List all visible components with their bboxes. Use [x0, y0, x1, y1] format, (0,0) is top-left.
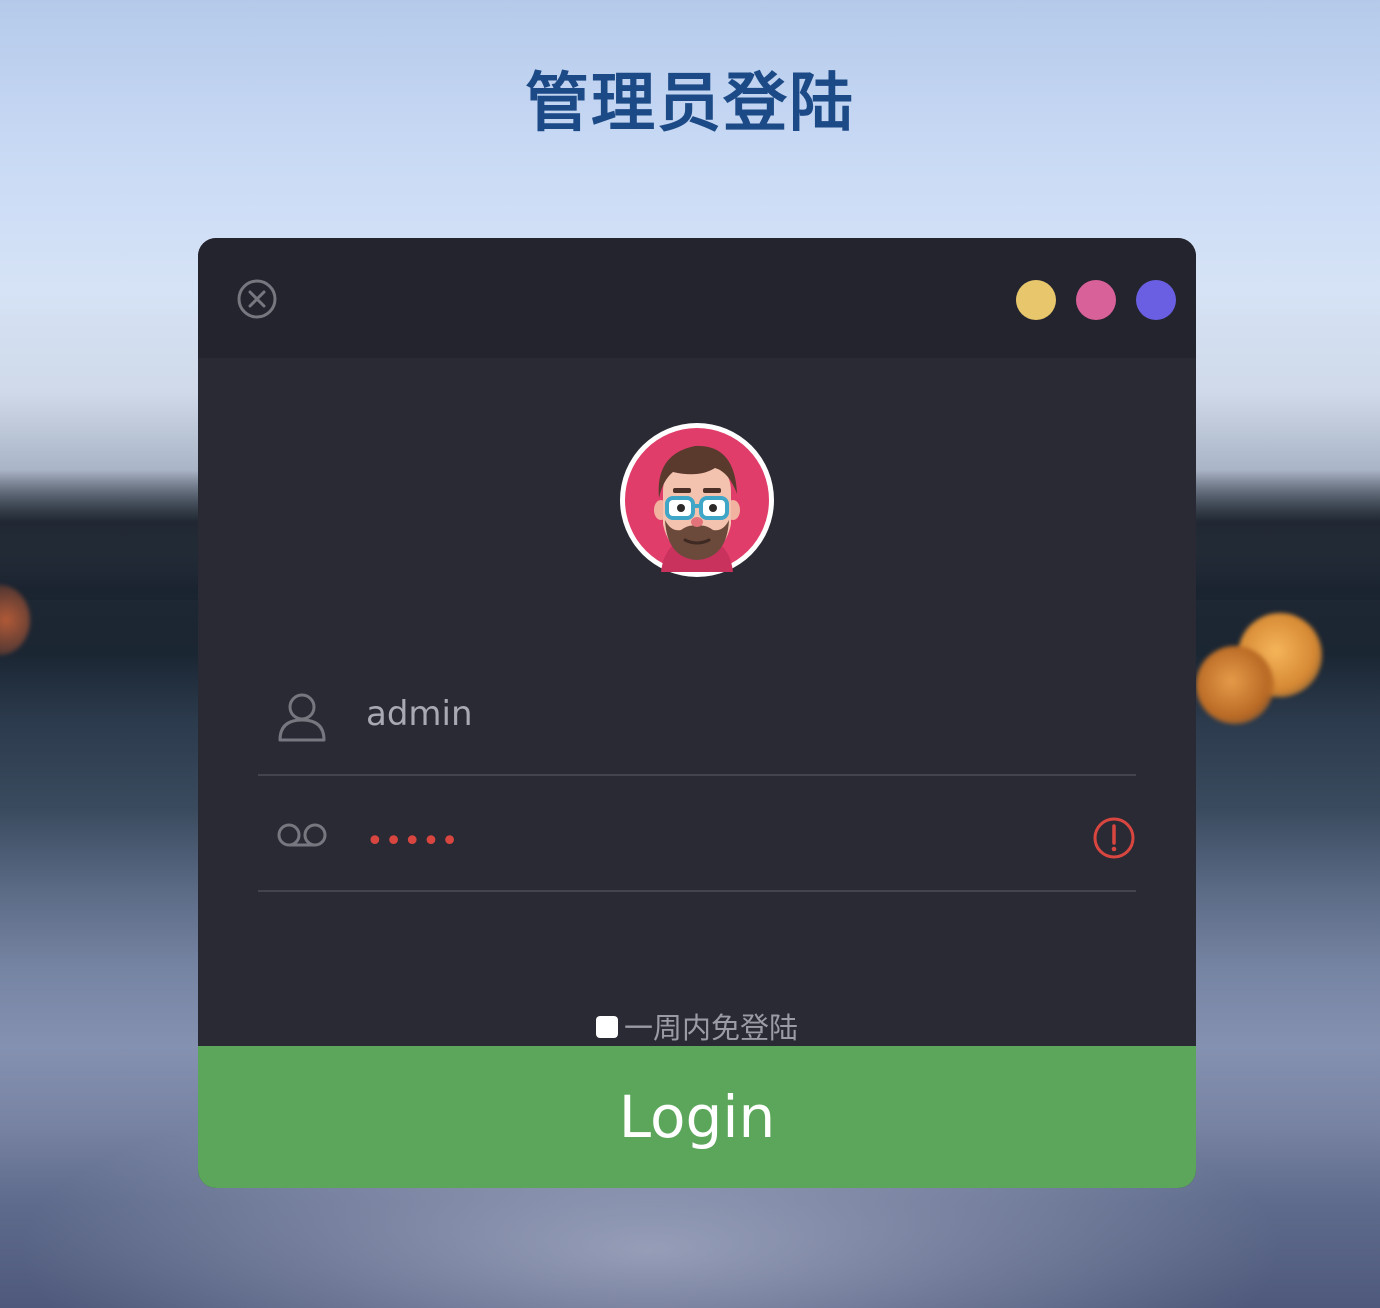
bearded-man-avatar-icon — [625, 428, 769, 572]
close-icon[interactable] — [236, 278, 278, 320]
remember-checkbox[interactable] — [595, 1016, 618, 1038]
voicemail-key-icon — [276, 820, 328, 850]
login-button[interactable]: Login — [198, 1046, 1196, 1188]
remember-me[interactable]: 一周内免登陆 — [198, 1008, 1196, 1048]
remember-label[interactable]: 一周内免登陆 — [624, 1011, 798, 1045]
window-dot-yellow[interactable] — [1016, 280, 1056, 320]
page-title: 管理员登陆 — [525, 67, 855, 141]
card-header — [198, 238, 1196, 358]
avatar — [620, 423, 774, 577]
alert-circle-icon — [1092, 816, 1136, 860]
window-dot-pink[interactable] — [1076, 280, 1116, 320]
username-value[interactable]: admin — [366, 694, 473, 734]
password-field[interactable]: ••••• — [258, 782, 1136, 892]
password-value[interactable]: ••••• — [366, 818, 459, 866]
user-icon — [276, 690, 328, 742]
window-dot-purple[interactable] — [1136, 280, 1176, 320]
background-bokeh-light — [1196, 646, 1274, 724]
username-field[interactable]: admin — [258, 666, 1136, 776]
login-card: admin ••••• 一周内免登陆 Login — [198, 238, 1196, 1188]
